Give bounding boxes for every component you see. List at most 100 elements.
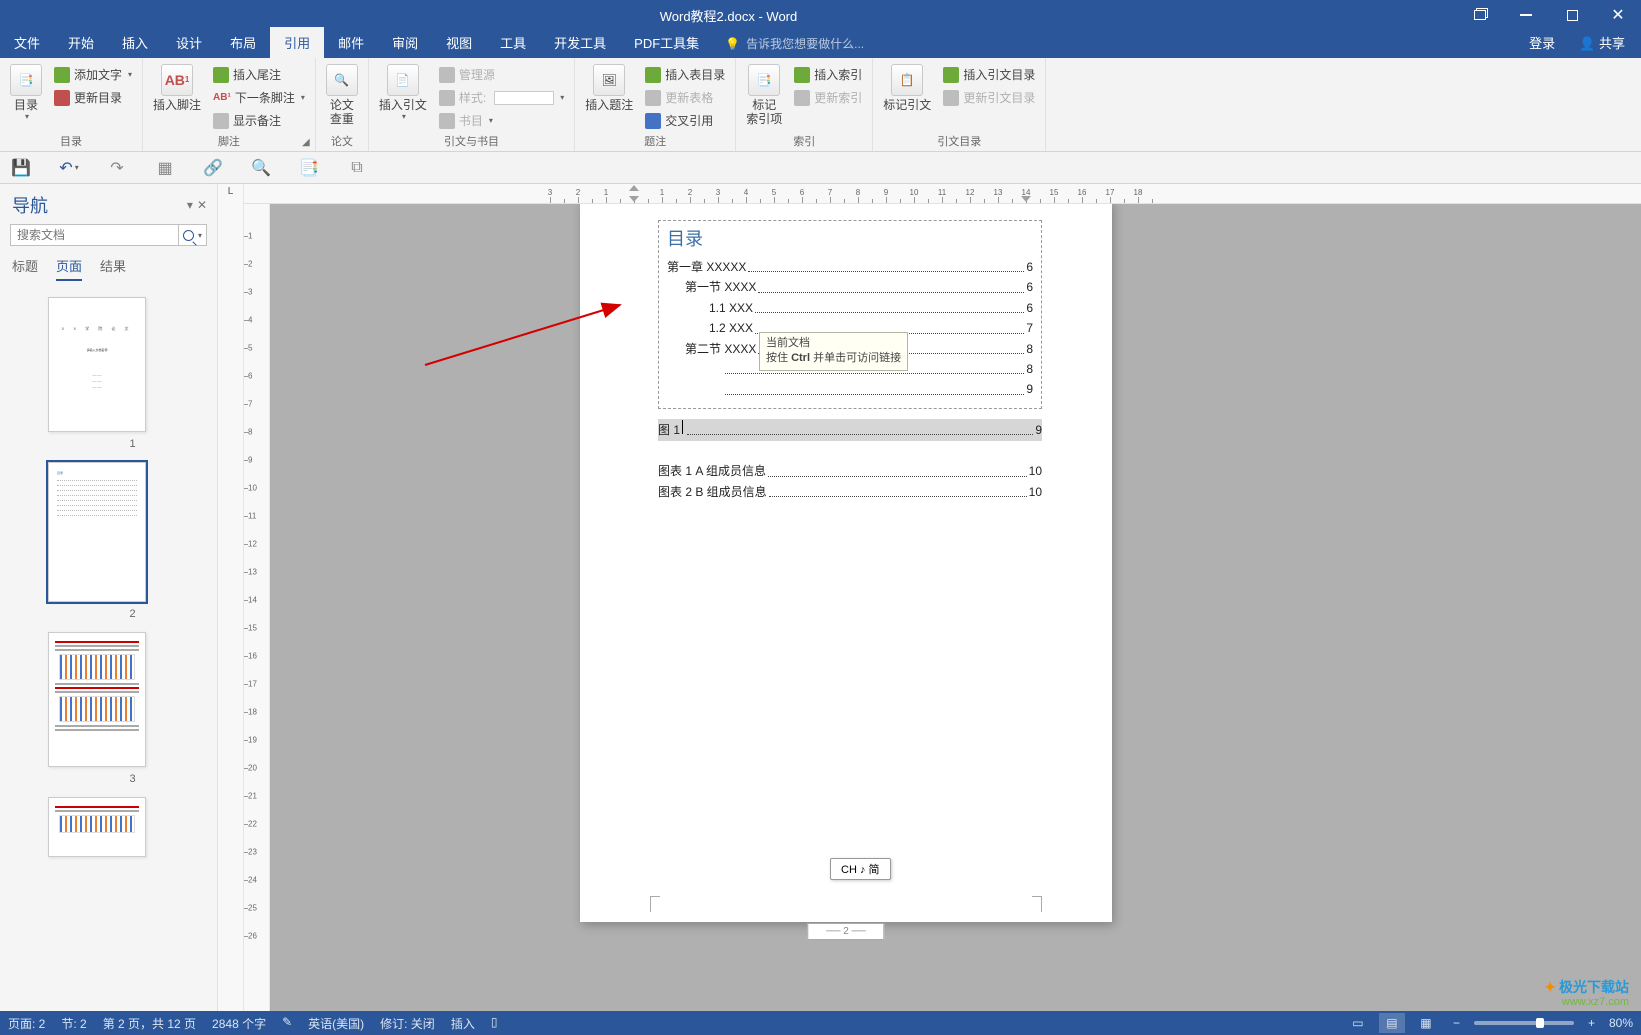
tab-layout[interactable]: 布局 (216, 27, 270, 58)
tab-home[interactable]: 开始 (54, 27, 108, 58)
web-layout-button[interactable]: ▦ (1413, 1013, 1439, 1033)
toc-entry[interactable]: 9 (667, 379, 1033, 399)
update-authorities-button[interactable]: 更新引文目录 (939, 87, 1039, 108)
status-macro[interactable]: ▯ (491, 1015, 498, 1032)
status-insert-mode[interactable]: 插入 (451, 1015, 475, 1032)
tab-tools[interactable]: 工具 (486, 27, 540, 58)
tab-file[interactable]: 文件 (0, 27, 54, 58)
share-button[interactable]: 👤 共享 (1569, 27, 1635, 58)
ime-indicator[interactable]: CH ♪ 简 (830, 858, 891, 880)
status-section[interactable]: 节: 2 (61, 1015, 86, 1032)
endnote-icon (213, 67, 229, 83)
citation-style-select[interactable]: 样式:▾ (435, 87, 568, 108)
status-page[interactable]: 页面: 2 (8, 1015, 45, 1032)
next-footnote-button[interactable]: AB¹下一条脚注▾ (209, 87, 309, 108)
zoom-slider[interactable] (1474, 1021, 1574, 1025)
manage-sources-button[interactable]: 管理源 (435, 64, 568, 85)
insert-citation-button[interactable]: 📄 插入引文 ▾ (375, 62, 431, 124)
tab-pdf-tools[interactable]: PDF工具集 (620, 27, 713, 58)
document-scroll[interactable]: 1234567891011121314151617181920212223242… (244, 204, 1641, 1011)
toc-entry[interactable]: 1.1 XXX6 (667, 298, 1033, 318)
nav-tab-headings[interactable]: 标题 (12, 256, 38, 281)
chart-toc-entry[interactable]: 图表 2 B 组成员信息10 (658, 482, 1042, 502)
qat-item-6[interactable]: 🔍 (250, 157, 272, 179)
document-canvas[interactable]: 目录 第一章 XXXXX6第一节 XXXX61.1 XXX61.2 XXX7第二… (270, 204, 1641, 1011)
chart-toc-entry[interactable]: 图表 1 A 组成员信息10 (658, 461, 1042, 481)
nav-search-button[interactable]: ▾ (178, 225, 206, 245)
tab-references[interactable]: 引用 (270, 27, 324, 58)
tab-insert[interactable]: 插入 (108, 27, 162, 58)
status-page-count[interactable]: 第 2 页，共 12 页 (103, 1015, 196, 1032)
status-spellcheck[interactable]: ✎ (282, 1015, 292, 1032)
tab-design[interactable]: 设计 (162, 27, 216, 58)
tab-developer[interactable]: 开发工具 (540, 27, 620, 58)
lightbulb-icon: 💡 (725, 37, 740, 51)
paper-check-button[interactable]: 🔍 论文 查重 (322, 62, 362, 129)
insert-endnote-button[interactable]: 插入尾注 (209, 64, 309, 85)
nav-search-input[interactable] (11, 225, 178, 245)
print-layout-button[interactable]: ▤ (1379, 1013, 1405, 1033)
status-word-count[interactable]: 2848 个字 (212, 1015, 266, 1032)
add-text-button[interactable]: 添加文字▾ (50, 64, 136, 85)
ribbon-display-options-button[interactable] (1457, 0, 1503, 30)
toc-gallery-button[interactable]: 📑 目录 ▾ (6, 62, 46, 124)
qat-item-4[interactable]: ▦ (154, 157, 176, 179)
insert-authorities-button[interactable]: 插入引文目录 (939, 64, 1039, 85)
qat-item-7[interactable]: 📑 (298, 157, 320, 179)
cross-reference-button[interactable]: 交叉引用 (641, 110, 729, 131)
tab-review[interactable]: 审阅 (378, 27, 432, 58)
zoom-out-button[interactable]: − (1447, 1016, 1466, 1030)
update-index-button[interactable]: 更新索引 (790, 87, 866, 108)
main-area: 导航 ▾ ✕ ▾ 标题 页面 结果 X X 学 院 论 文请输入文档名称── ─… (0, 184, 1641, 1011)
close-button[interactable]: ✕ (1595, 0, 1641, 30)
qat-item-5[interactable]: 🔗 (202, 157, 224, 179)
toc-entry[interactable]: 第一节 XXXX6 (667, 277, 1033, 297)
update-figure-index-button[interactable]: 更新表格 (641, 87, 729, 108)
ruler-corner[interactable]: L (218, 184, 244, 1011)
zoom-in-button[interactable]: + (1582, 1016, 1601, 1030)
nav-tab-pages[interactable]: 页面 (56, 256, 82, 281)
document-page[interactable]: 目录 第一章 XXXXX6第一节 XXXX61.1 XXX61.2 XXX7第二… (580, 204, 1112, 922)
redo-button[interactable]: ↷ (106, 157, 128, 179)
page-thumbnail[interactable]: 目录 (48, 462, 146, 602)
status-track-changes[interactable]: 修订: 关闭 (380, 1015, 435, 1032)
footnotes-launcher[interactable]: ◢ (299, 135, 313, 149)
mark-index-entry-button[interactable]: 📑 标记 索引项 (742, 62, 786, 129)
toc-entry[interactable]: 第一章 XXXXX6 (667, 257, 1033, 277)
show-notes-button[interactable]: 显示备注 (209, 110, 309, 131)
insert-index-icon (794, 67, 810, 83)
page-thumbnails[interactable]: X X 学 院 论 文请输入文档名称── ──── ──── ── 1 目录 2… (0, 289, 217, 1011)
thumbnail-page-number: 1 (48, 438, 217, 450)
insert-index-button[interactable]: 插入索引 (790, 64, 866, 85)
login-button[interactable]: 登录 (1519, 27, 1565, 58)
tell-me-search[interactable]: 💡 告诉我您想要做什么... (713, 29, 876, 58)
zoom-level[interactable]: 80% (1609, 1016, 1633, 1030)
insert-caption-button[interactable]: 🖼 插入题注 (581, 62, 637, 114)
insert-figure-index-button[interactable]: 插入表目录 (641, 64, 729, 85)
undo-button[interactable]: ↶▾ (58, 157, 80, 179)
page-thumbnail[interactable]: X X 学 院 论 文请输入文档名称── ──── ──── ── (48, 297, 146, 432)
update-toc-button[interactable]: 更新目录 (50, 87, 136, 108)
qat-item-8[interactable]: ⧉ (346, 157, 368, 179)
nav-close-button[interactable]: ✕ (197, 198, 207, 212)
figure-toc-entry-highlighted[interactable]: 图 1 9 (658, 419, 1042, 441)
save-button[interactable]: 💾 (10, 157, 32, 179)
page-thumbnail[interactable] (48, 632, 146, 767)
page-thumbnail[interactable] (48, 797, 146, 857)
tab-mailings[interactable]: 邮件 (324, 27, 378, 58)
nav-search-box[interactable]: ▾ (10, 224, 207, 246)
minimize-button[interactable] (1503, 0, 1549, 30)
horizontal-ruler[interactable]: 321123456789101112131415161718 (244, 184, 1641, 204)
tab-view[interactable]: 视图 (432, 27, 486, 58)
read-mode-button[interactable]: ▭ (1345, 1013, 1371, 1033)
maximize-button[interactable] (1549, 0, 1595, 30)
insert-footnote-button[interactable]: AB1 插入脚注 (149, 62, 205, 114)
vertical-ruler[interactable]: 1234567891011121314151617181920212223242… (244, 204, 270, 1011)
status-language[interactable]: 英语(美国) (308, 1015, 364, 1032)
toc-content-control[interactable]: 目录 第一章 XXXXX6第一节 XXXX61.1 XXX61.2 XXX7第二… (658, 220, 1042, 409)
mark-citation-button[interactable]: 📋 标记引文 (879, 62, 935, 114)
nav-options-button[interactable]: ▾ (187, 198, 193, 212)
bibliography-button[interactable]: 书目▾ (435, 110, 568, 131)
chevron-down-icon: ▾ (128, 70, 132, 79)
nav-tab-results[interactable]: 结果 (100, 256, 126, 281)
